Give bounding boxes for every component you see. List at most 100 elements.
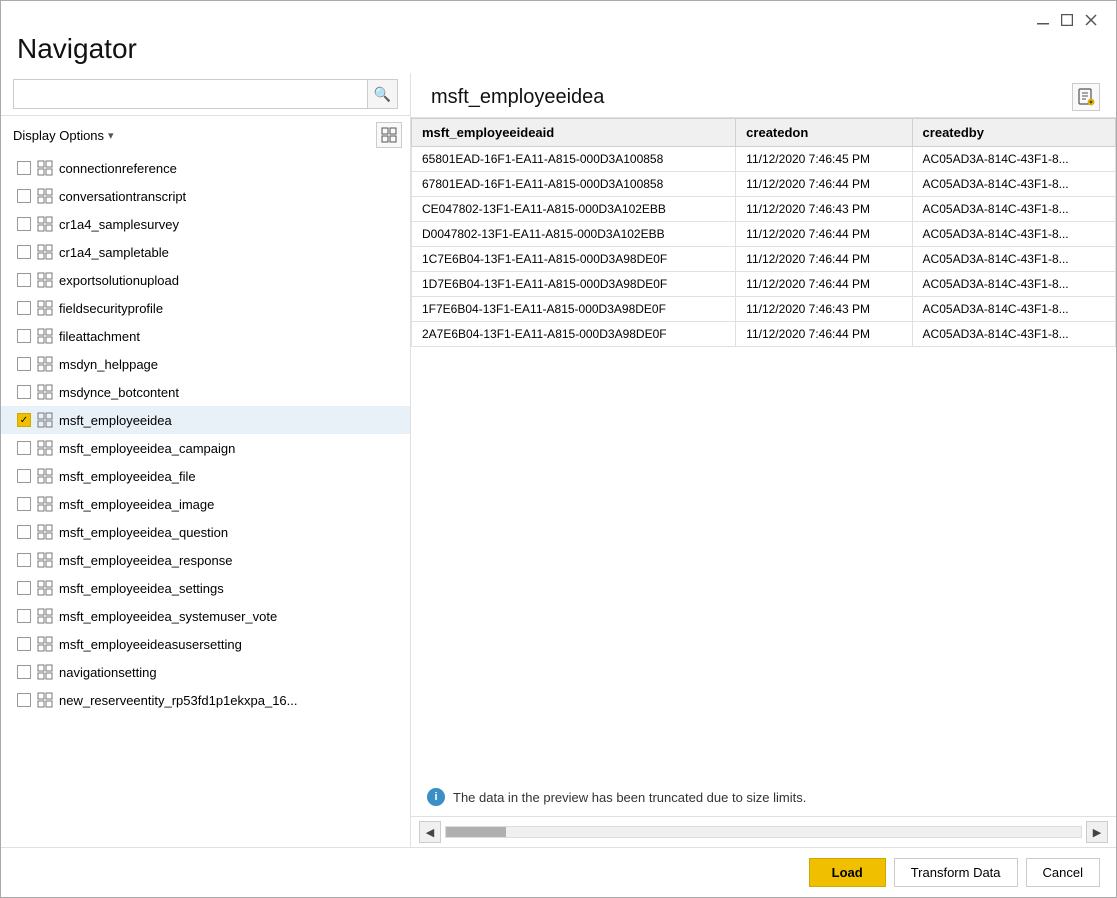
maximize-button[interactable] [1058, 11, 1076, 29]
list-item[interactable]: connectionreference [1, 154, 410, 182]
list-item[interactable]: navigationsetting [1, 658, 410, 686]
list-item-checkbox[interactable] [17, 553, 31, 567]
table-grid-icon [37, 160, 53, 176]
scroll-track[interactable] [445, 826, 1082, 838]
list-item-label: connectionreference [59, 161, 177, 176]
table-grid-icon [37, 692, 53, 708]
list-item-checkbox[interactable] [17, 525, 31, 539]
list-item[interactable]: msdyn_helppage [1, 350, 410, 378]
list-item-checkbox[interactable] [17, 609, 31, 623]
table-cell: AC05AD3A-814C-43F1-8... [912, 222, 1115, 247]
table-grid-icon [37, 468, 53, 484]
minimize-button[interactable] [1034, 11, 1052, 29]
list-item-checkbox[interactable] [17, 385, 31, 399]
list-item[interactable]: msft_employeeidea_settings [1, 574, 410, 602]
table-cell: 11/12/2020 7:46:44 PM [736, 272, 912, 297]
search-input[interactable] [13, 79, 368, 109]
list-item-label: navigationsetting [59, 665, 157, 680]
table-grid-icon [37, 608, 53, 624]
table-grid-icon [37, 384, 53, 400]
preview-title: msft_employeeidea [431, 86, 604, 109]
table-cell: AC05AD3A-814C-43F1-8... [912, 197, 1115, 222]
right-panel: msft_employeeidea msft_employeeideaidcre… [411, 73, 1116, 847]
scroll-right-button[interactable]: ▶ [1086, 821, 1108, 843]
table-cell: AC05AD3A-814C-43F1-8... [912, 147, 1115, 172]
table-cell: 11/12/2020 7:46:44 PM [736, 247, 912, 272]
list-item[interactable]: msft_employeeidea_response [1, 546, 410, 574]
list-item-checkbox[interactable] [17, 665, 31, 679]
list-item-checkbox[interactable] [17, 469, 31, 483]
list-item-checkbox[interactable] [17, 413, 31, 427]
table-cell: 11/12/2020 7:46:43 PM [736, 297, 912, 322]
table-row: 1D7E6B04-13F1-EA11-A815-000D3A98DE0F11/1… [412, 272, 1116, 297]
search-button[interactable]: 🔍 [368, 79, 398, 109]
table-row: D0047802-13F1-EA11-A815-000D3A102EBB11/1… [412, 222, 1116, 247]
list-item-label: msdynce_botcontent [59, 385, 179, 400]
list-item-label: msft_employeeidea_systemuser_vote [59, 609, 277, 624]
list-item[interactable]: msft_employeeidea_systemuser_vote [1, 602, 410, 630]
table-cell: 2A7E6B04-13F1-EA11-A815-000D3A98DE0F [412, 322, 736, 347]
table-cell: D0047802-13F1-EA11-A815-000D3A102EBB [412, 222, 736, 247]
table-grid-icon [37, 244, 53, 260]
horizontal-scrollbar[interactable]: ◀ ▶ [411, 816, 1116, 847]
nav-list-container[interactable]: connectionreference conversationtranscri… [1, 154, 410, 847]
display-options-button[interactable]: Display Options ▾ [13, 128, 114, 143]
table-cell: 11/12/2020 7:46:44 PM [736, 172, 912, 197]
list-item[interactable]: msft_employeeidea_campaign [1, 434, 410, 462]
table-grid-icon [37, 440, 53, 456]
table-grid-icon [37, 552, 53, 568]
list-item[interactable]: msft_employeeidea_image [1, 490, 410, 518]
list-item-checkbox[interactable] [17, 637, 31, 651]
list-item[interactable]: msft_employeeideasusersetting [1, 630, 410, 658]
transform-data-button[interactable]: Transform Data [894, 858, 1018, 887]
list-item[interactable]: exportsolutionupload [1, 266, 410, 294]
list-item-checkbox[interactable] [17, 693, 31, 707]
list-item[interactable]: cr1a4_samplesurvey [1, 210, 410, 238]
table-column-header: msft_employeeideaid [412, 119, 736, 147]
list-item-checkbox[interactable] [17, 217, 31, 231]
table-cell: 11/12/2020 7:46:44 PM [736, 222, 912, 247]
table-view-icon [381, 127, 397, 143]
list-item[interactable]: msft_employeeidea_question [1, 518, 410, 546]
list-item[interactable]: fileattachment [1, 322, 410, 350]
list-item-checkbox[interactable] [17, 301, 31, 315]
list-item-checkbox[interactable] [17, 329, 31, 343]
list-item-label: cr1a4_samplesurvey [59, 217, 179, 232]
list-item-label: conversationtranscript [59, 189, 186, 204]
table-row: 2A7E6B04-13F1-EA11-A815-000D3A98DE0F11/1… [412, 322, 1116, 347]
list-item-checkbox[interactable] [17, 357, 31, 371]
list-item-checkbox[interactable] [17, 273, 31, 287]
table-cell: AC05AD3A-814C-43F1-8... [912, 247, 1115, 272]
list-item-label: msft_employeeidea_campaign [59, 441, 235, 456]
table-cell: 1C7E6B04-13F1-EA11-A815-000D3A98DE0F [412, 247, 736, 272]
preview-options-button[interactable] [1072, 83, 1100, 111]
list-item-label: cr1a4_sampletable [59, 245, 169, 260]
load-button[interactable]: Load [809, 858, 886, 887]
left-panel: 🔍 Display Options ▾ connectionreference [1, 73, 411, 847]
list-item-checkbox[interactable] [17, 161, 31, 175]
cancel-button[interactable]: Cancel [1026, 858, 1100, 887]
list-item[interactable]: msdynce_botcontent [1, 378, 410, 406]
list-item-checkbox[interactable] [17, 245, 31, 259]
view-toggle-button[interactable] [376, 122, 402, 148]
list-item[interactable]: new_reserveentity_rp53fd1p1ekxpa_16... [1, 686, 410, 714]
footer: Load Transform Data Cancel [1, 847, 1116, 897]
list-item-checkbox[interactable] [17, 189, 31, 203]
list-item[interactable]: msft_employeeidea [1, 406, 410, 434]
list-item-label: msft_employeeidea_question [59, 525, 228, 540]
list-item[interactable]: fieldsecurityprofile [1, 294, 410, 322]
list-item[interactable]: msft_employeeidea_file [1, 462, 410, 490]
list-item-checkbox[interactable] [17, 581, 31, 595]
table-cell: CE047802-13F1-EA11-A815-000D3A102EBB [412, 197, 736, 222]
list-item-label: msft_employeeidea_file [59, 469, 196, 484]
data-table-container[interactable]: msft_employeeideaidcreatedoncreatedby 65… [411, 117, 1116, 778]
close-button[interactable] [1082, 11, 1100, 29]
list-item-label: msdyn_helppage [59, 357, 158, 372]
scroll-left-button[interactable]: ◀ [419, 821, 441, 843]
list-item-checkbox[interactable] [17, 441, 31, 455]
list-item-checkbox[interactable] [17, 497, 31, 511]
list-item[interactable]: conversationtranscript [1, 182, 410, 210]
list-item[interactable]: cr1a4_sampletable [1, 238, 410, 266]
scroll-thumb[interactable] [446, 827, 506, 837]
table-cell: 1D7E6B04-13F1-EA11-A815-000D3A98DE0F [412, 272, 736, 297]
